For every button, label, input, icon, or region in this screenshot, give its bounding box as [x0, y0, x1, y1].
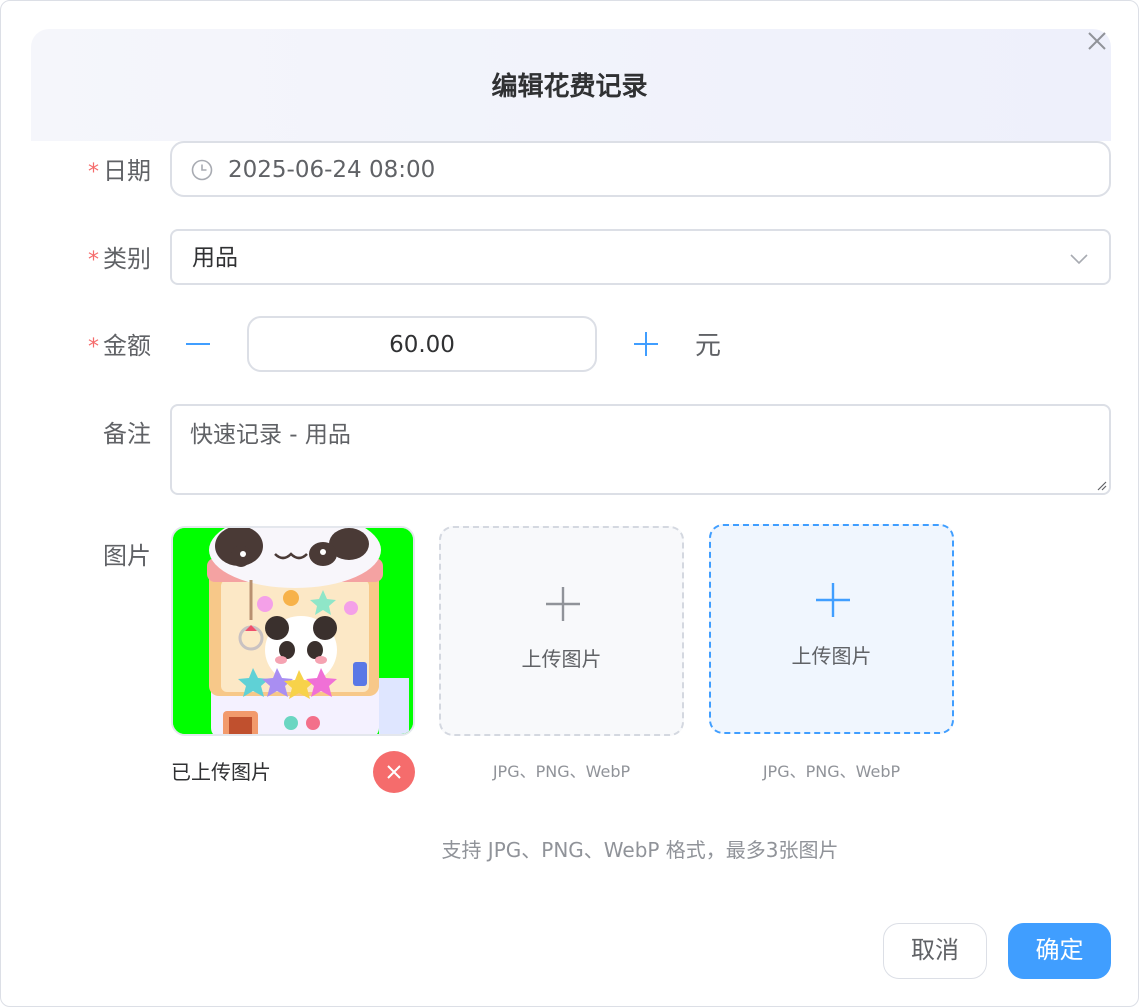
image-upload-slot-active[interactable]: 上传图片	[709, 524, 954, 734]
minus-icon[interactable]	[178, 324, 218, 364]
date-label: * 日期	[31, 156, 151, 188]
clock-icon	[191, 159, 213, 181]
images-label: 图片	[31, 541, 151, 571]
chevron-down-icon	[1070, 254, 1088, 265]
required-mark: *	[88, 248, 99, 273]
required-mark: *	[88, 160, 99, 185]
edit-expense-dialog: 编辑花费记录 * 日期 2025-06-24 08:00 * 类别 用品 * 金额 6…	[0, 0, 1139, 1007]
upload-format-note: JPG、PNG、WebP	[492, 762, 631, 781]
plus-icon	[816, 583, 850, 617]
uploaded-image-thumbnail[interactable]	[171, 526, 415, 736]
close-icon[interactable]	[1085, 29, 1109, 53]
dialog-title: 编辑花费记录	[491, 72, 648, 102]
upload-format-note: JPG、PNG、WebP	[762, 762, 901, 781]
resize-handle-icon[interactable]	[1095, 479, 1107, 491]
remove-image-button[interactable]	[373, 751, 415, 793]
upload-slot-label: 上传图片	[791, 644, 872, 668]
category-label-text: 类别	[103, 245, 151, 273]
date-label-text: 日期	[103, 157, 151, 185]
note-textarea[interactable]: 快速记录 - 用品	[170, 404, 1111, 495]
amount-label: * 金额	[31, 331, 151, 363]
date-picker-input[interactable]: 2025-06-24 08:00	[170, 141, 1111, 197]
images-label-text: 图片	[103, 542, 151, 570]
close-icon	[387, 765, 401, 779]
cancel-button[interactable]: 取消	[883, 923, 987, 979]
plus-icon	[546, 587, 580, 621]
category-label: * 类别	[31, 244, 151, 276]
amount-input[interactable]: 60.00	[247, 316, 597, 372]
amount-label-text: 金额	[103, 332, 151, 360]
note-label: 备注	[31, 419, 151, 449]
confirm-button[interactable]: 确定	[1008, 923, 1111, 979]
claw-machine-panda-image	[173, 528, 413, 734]
uploaded-image-caption: 已上传图片	[171, 760, 271, 784]
upload-hint: 支持 JPG、PNG、WebP 格式，最多3张图片	[441, 838, 839, 862]
amount-unit: 元	[695, 331, 722, 361]
upload-slot-label: 上传图片	[521, 647, 602, 671]
note-value: 快速记录 - 用品	[190, 422, 351, 448]
date-value: 2025-06-24 08:00	[228, 157, 436, 183]
category-select[interactable]: 用品	[170, 229, 1111, 285]
image-upload-slot[interactable]: 上传图片	[439, 526, 684, 736]
amount-value: 60.00	[389, 332, 455, 358]
category-value: 用品	[192, 245, 238, 271]
required-mark: *	[88, 335, 99, 360]
note-label-text: 备注	[103, 420, 151, 448]
plus-icon[interactable]	[626, 324, 666, 364]
